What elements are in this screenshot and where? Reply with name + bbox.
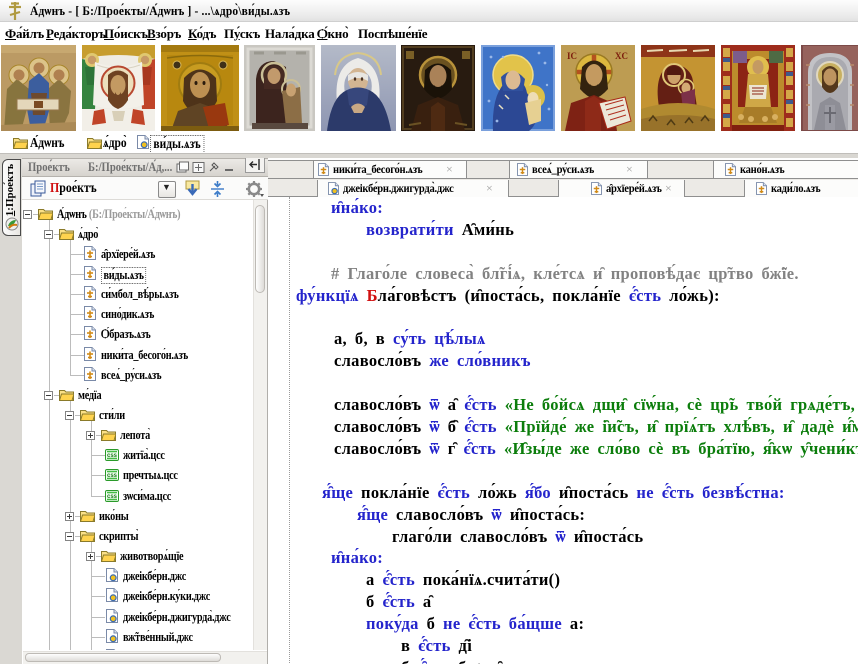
svg-text:css: css — [107, 453, 118, 459]
svg-text:IC: IC — [567, 51, 577, 61]
svg-text:css: css — [107, 494, 118, 500]
svg-text:css: css — [107, 473, 118, 479]
svg-text:XC: XC — [615, 51, 628, 61]
